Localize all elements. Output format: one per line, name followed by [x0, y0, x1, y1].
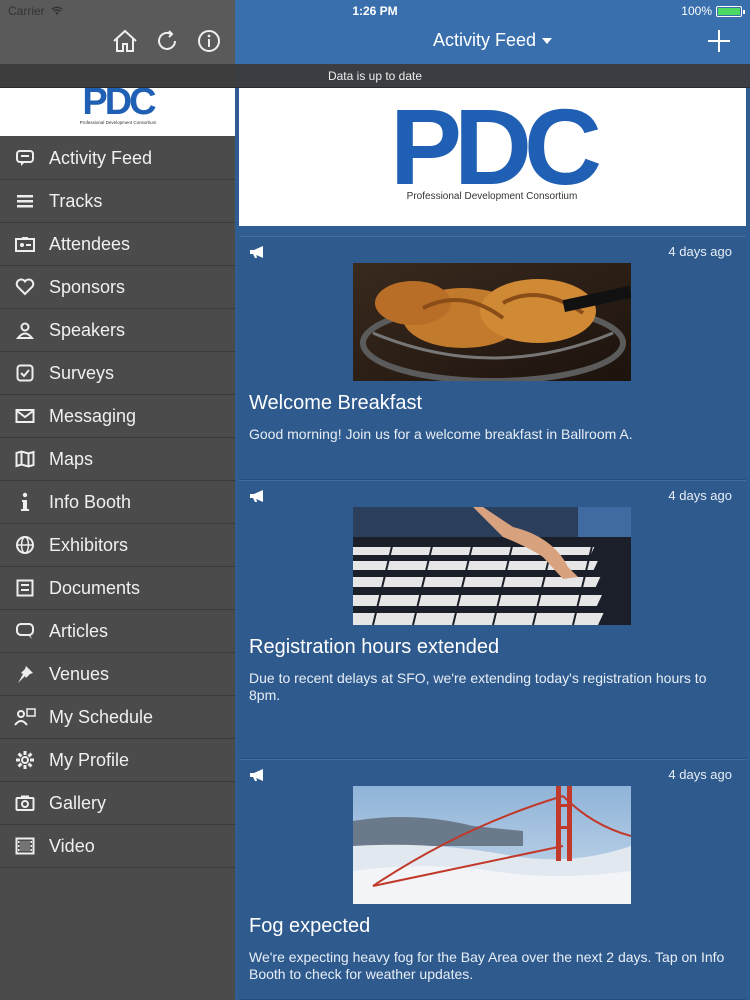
feed-selector[interactable]: Activity Feed: [235, 30, 750, 51]
refresh-icon: [158, 30, 176, 50]
refresh-button[interactable]: [153, 27, 181, 55]
carrier-label: Carrier: [8, 4, 45, 18]
heart-icon: [14, 276, 36, 298]
feed-card[interactable]: 4 days ago: [239, 759, 746, 1000]
svg-text:PDC: PDC: [390, 88, 600, 207]
sidebar-item-label: Activity Feed: [49, 147, 153, 168]
globe-icon: [14, 534, 36, 556]
id-card-icon: [14, 233, 36, 255]
wifi-icon: [50, 6, 63, 15]
sidebar-item-my-schedule[interactable]: My Schedule: [0, 696, 235, 739]
svg-text:PDC: PDC: [82, 88, 156, 123]
brand-logo: PDC Professional Development Consortium: [239, 86, 746, 226]
post-time: 4 days ago: [668, 244, 732, 259]
envelope-icon: [14, 405, 36, 427]
feed-card[interactable]: 4 days ago: [239, 480, 746, 759]
list-icon: [14, 190, 36, 212]
post-title: Registration hours extended: [249, 636, 500, 658]
info-icon: [198, 30, 220, 52]
post-title: Fog expected: [249, 915, 371, 937]
sidebar-item-articles[interactable]: Articles: [0, 610, 235, 653]
person-calendar-icon: [14, 706, 36, 728]
main-panel: Activity Feed PDC Professional Developme…: [235, 0, 750, 1000]
sidebar-item-my-profile[interactable]: My Profile: [0, 739, 235, 782]
svg-text:Professional Development Conso: Professional Development Consortium: [80, 120, 157, 125]
post-time: 4 days ago: [668, 488, 732, 503]
sidebar-item-label: Sponsors: [49, 276, 126, 297]
sidebar-item-exhibitors[interactable]: Exhibitors: [0, 524, 235, 567]
activity-feed: 4 days ago Welcome Breakfast Good mornin…: [239, 236, 746, 1000]
clock: 1:26 PM: [352, 4, 398, 18]
sidebar-item-sponsors[interactable]: Sponsors: [0, 266, 235, 309]
croissants-image: [353, 263, 631, 381]
megaphone-icon: [250, 490, 263, 502]
sidebar-item-label: Tracks: [49, 190, 103, 211]
post-body: We're expecting heavy fog for the Bay Ar…: [249, 949, 725, 982]
document-icon: [14, 577, 36, 599]
sync-status-banner: Data is up to date: [0, 64, 750, 88]
checkbox-icon: [14, 362, 36, 384]
sidebar-logo: PDC Professional Development Consortium: [0, 88, 235, 136]
battery-percent: 100%: [681, 4, 712, 18]
sidebar-item-label: Attendees: [49, 233, 131, 254]
speech-icon: [14, 620, 36, 642]
home-button[interactable]: [111, 27, 139, 55]
sidebar-item-label: Venues: [49, 663, 110, 684]
megaphone-icon: [250, 246, 263, 258]
sidebar-item-label: Messaging: [49, 405, 137, 426]
sidebar-item-label: My Schedule: [49, 706, 154, 727]
person-icon: [14, 319, 36, 341]
sidebar-item-attendees[interactable]: Attendees: [0, 223, 235, 266]
map-icon: [14, 448, 36, 470]
sidebar-item-maps[interactable]: Maps: [0, 438, 235, 481]
post-body: Good morning! Join us for a welcome brea…: [249, 426, 633, 442]
home-icon: [113, 29, 137, 52]
gear-icon: [14, 749, 36, 771]
sidebar-item-video[interactable]: Video: [0, 825, 235, 868]
status-bar: Carrier 1:26 PM 100%: [0, 0, 750, 22]
sidebar-item-label: Exhibitors: [49, 534, 129, 555]
sidebar-menu: Activity Feed Tracks Attendees Sponsors Spea…: [0, 137, 235, 868]
pin-icon: [14, 663, 36, 685]
sidebar-item-label: Info Booth: [49, 491, 132, 512]
page-title: Activity Feed: [432, 30, 537, 50]
megaphone-icon: [250, 769, 263, 781]
sidebar-item-surveys[interactable]: Surveys: [0, 352, 235, 395]
sidebar-item-label: Speakers: [49, 319, 126, 340]
feed-card[interactable]: 4 days ago: [239, 236, 746, 480]
caret-down-icon: [542, 37, 553, 44]
sidebar: PDC Professional Development Consortium …: [0, 0, 235, 1000]
sidebar-item-label: Articles: [49, 620, 109, 641]
add-button[interactable]: [706, 28, 732, 54]
sidebar-item-messaging[interactable]: Messaging: [0, 395, 235, 438]
camera-icon: [14, 792, 36, 814]
sidebar-item-venues[interactable]: Venues: [0, 653, 235, 696]
sidebar-item-label: Video: [49, 835, 95, 856]
sidebar-item-label: My Profile: [49, 749, 130, 770]
chat-bubble-icon: [14, 147, 36, 169]
keyboard-image: [353, 507, 631, 625]
sidebar-item-label: Surveys: [49, 362, 115, 383]
sidebar-item-documents[interactable]: Documents: [0, 567, 235, 610]
sidebar-item-label: Maps: [49, 448, 94, 469]
sidebar-item-info-booth[interactable]: Info Booth: [0, 481, 235, 524]
sidebar-item-speakers[interactable]: Speakers: [0, 309, 235, 352]
info-icon: [14, 491, 36, 513]
sidebar-item-label: Gallery: [49, 792, 107, 813]
sidebar-item-gallery[interactable]: Gallery: [0, 782, 235, 825]
post-body: Due to recent delays at SFO, we're exten…: [249, 670, 707, 703]
info-button[interactable]: [195, 27, 223, 55]
film-icon: [14, 835, 36, 857]
sidebar-item-activity-feed[interactable]: Activity Feed: [0, 137, 235, 180]
svg-text:Professional Development Conso: Professional Development Consortium: [407, 191, 578, 202]
post-title: Welcome Breakfast: [249, 392, 423, 414]
battery-icon: [716, 5, 745, 17]
sidebar-item-label: Documents: [49, 577, 141, 598]
sidebar-item-tracks[interactable]: Tracks: [0, 180, 235, 223]
post-time: 4 days ago: [668, 767, 732, 782]
bridge-image: [353, 786, 631, 904]
